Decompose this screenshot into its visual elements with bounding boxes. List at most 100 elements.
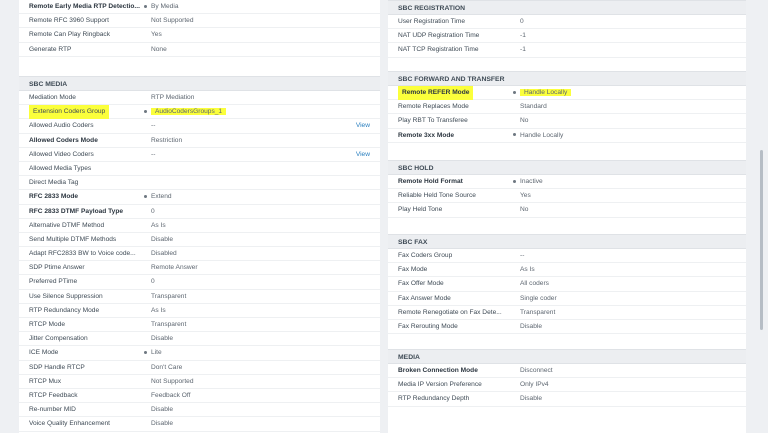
setting-value[interactable]: -1	[520, 29, 526, 43]
setting-value[interactable]: None	[151, 43, 167, 57]
setting-row-alternative-dtmf-method[interactable]: Alternative DTMF Method As Is	[19, 219, 380, 233]
setting-value[interactable]: As Is	[520, 263, 535, 277]
setting-value[interactable]: Disable	[151, 233, 173, 247]
view-link[interactable]: View	[356, 119, 370, 133]
setting-row-user-registration-time[interactable]: User Registration Time 0	[388, 15, 746, 30]
setting-value[interactable]: By Media	[144, 0, 179, 14]
setting-row-extension-coders-group[interactable]: Extension Coders Group AudioCodersGroups_…	[19, 105, 380, 120]
setting-value[interactable]: Yes	[520, 189, 531, 203]
setting-value[interactable]: Handle Locally	[513, 129, 563, 143]
setting-value[interactable]: Yes	[151, 28, 162, 42]
setting-row-rfc-2833-dtmf-payload-type[interactable]: RFC 2833 DTMF Payload Type 0	[19, 205, 380, 219]
setting-row-ice-mode[interactable]: ICE Mode Lite	[19, 346, 380, 361]
setting-value[interactable]: --	[520, 249, 524, 263]
modified-dot-icon	[144, 4, 147, 8]
setting-row-nat-tcp-registration-time[interactable]: NAT TCP Registration Time -1	[388, 43, 746, 58]
setting-value[interactable]: Disable	[520, 392, 542, 406]
setting-value[interactable]: -1	[520, 43, 526, 57]
setting-value[interactable]: No	[520, 203, 528, 217]
setting-row-remote-3xx-mode[interactable]: Remote 3xx Mode Handle Locally	[388, 129, 746, 143]
setting-value[interactable]: Transparent	[520, 306, 555, 320]
setting-row-sdp-ptime-answer[interactable]: SDP Ptime Answer Remote Answer	[19, 261, 380, 276]
setting-row-broken-connection-mode[interactable]: Broken Connection Mode Disconnect	[388, 364, 746, 379]
setting-row-send-multiple-dtmf-methods[interactable]: Send Multiple DTMF Methods Disable	[19, 233, 380, 248]
scrollbar-thumb[interactable]	[760, 150, 763, 330]
setting-row-adapt-rfc2833-bw-to-voice-code[interactable]: Adapt RFC2833 BW to Voice code... Disable…	[19, 247, 380, 262]
setting-value[interactable]: Not Supported	[151, 375, 194, 389]
setting-row-fax-answer-mode[interactable]: Fax Answer Mode Single coder	[388, 292, 746, 306]
scrollbar[interactable]	[757, 0, 768, 433]
setting-row-remote-can-play-ringback[interactable]: Remote Can Play Ringback Yes	[19, 28, 380, 43]
setting-row-rtp-redundancy-mode[interactable]: RTP Redundancy Mode As Is	[19, 304, 380, 318]
setting-value-text: Lite	[151, 349, 162, 357]
setting-row-allowed-media-types[interactable]: Allowed Media Types	[19, 162, 380, 177]
setting-value[interactable]: Disconnect	[520, 364, 553, 378]
setting-value[interactable]: Not Supported	[151, 14, 194, 28]
setting-row-play-held-tone[interactable]: Play Held Tone No	[388, 203, 746, 218]
setting-row-rtp-redundancy-depth[interactable]: RTP Redundancy Depth Disable	[388, 392, 746, 407]
setting-row-allowed-coders-mode[interactable]: Allowed Coders Mode Restriction	[19, 134, 380, 148]
setting-value[interactable]: As Is	[151, 219, 166, 233]
setting-value[interactable]: 0	[151, 205, 155, 219]
setting-row-rtcp-mode[interactable]: RTCP Mode Transparent	[19, 318, 380, 333]
setting-value[interactable]: Restriction	[151, 134, 182, 148]
setting-row-preferred-ptime[interactable]: Preferred PTime 0	[19, 275, 380, 290]
setting-row-fax-mode[interactable]: Fax Mode As Is	[388, 263, 746, 278]
setting-value[interactable]: AudioCodersGroups_1	[144, 105, 227, 119]
setting-row-play-rbt-to-transferee[interactable]: Play RBT To Transferee No	[388, 114, 746, 129]
setting-row-generate-rtp[interactable]: Generate RTP None	[19, 43, 380, 57]
setting-row-fax-offer-mode[interactable]: Fax Offer Mode All coders	[388, 277, 746, 292]
setting-value[interactable]: Transparent	[151, 290, 186, 304]
setting-row-remote-renegotiate-on-fax-dete[interactable]: Remote Renegotiate on Fax Dete... Transpa…	[388, 306, 746, 320]
setting-value[interactable]: Extend	[144, 190, 172, 204]
setting-value[interactable]: Single coder	[520, 292, 557, 306]
setting-row-rtcp-feedback[interactable]: RTCP Feedback Feedback Off	[19, 389, 380, 404]
setting-value[interactable]: Remote Answer	[151, 261, 198, 275]
setting-value[interactable]: Transparent	[151, 318, 186, 332]
setting-value[interactable]: Disabled	[151, 247, 177, 261]
setting-value[interactable]: As Is	[151, 304, 166, 318]
setting-row-remote-refer-mode[interactable]: Remote REFER Mode Handle Locally	[388, 86, 746, 101]
section-header: SBC FORWARD AND TRANSFER	[388, 71, 746, 86]
setting-value[interactable]: Handle Locally	[513, 86, 572, 100]
setting-value[interactable]: No	[520, 114, 528, 128]
setting-row-rfc-2833-mode[interactable]: RFC 2833 Mode Extend	[19, 190, 380, 205]
setting-row-allowed-video-coders[interactable]: Allowed Video Coders -- View	[19, 148, 380, 162]
setting-row-nat-udp-registration-time[interactable]: NAT UDP Registration Time -1	[388, 29, 746, 44]
setting-row-use-silence-suppression[interactable]: Use Silence Suppression Transparent	[19, 290, 380, 304]
view-link[interactable]: View	[356, 148, 370, 162]
setting-row-reliable-held-tone-source[interactable]: Reliable Held Tone Source Yes	[388, 189, 746, 204]
setting-value[interactable]: Feedback Off	[151, 389, 190, 403]
setting-value[interactable]: Disable	[151, 332, 173, 346]
setting-row-direct-media-tag[interactable]: Direct Media Tag	[19, 176, 380, 191]
setting-row-fax-coders-group[interactable]: Fax Coders Group --	[388, 249, 746, 264]
setting-row-sdp-handle-rtcp[interactable]: SDP Handle RTCP Don't Care	[19, 361, 380, 375]
setting-value[interactable]: Disable	[520, 320, 542, 334]
setting-row-remote-hold-format[interactable]: Remote Hold Format Inactive	[388, 175, 746, 190]
setting-row-remote-early-media-rtp-detectio[interactable]: Remote Early Media RTP Detectio... By Med…	[19, 0, 380, 15]
setting-value[interactable]: --	[151, 148, 155, 162]
setting-value[interactable]: 0	[520, 15, 524, 29]
setting-value[interactable]: --	[151, 119, 155, 133]
setting-row-re-number-mid[interactable]: Re-number MID Disable	[19, 403, 380, 418]
setting-row-mediation-mode[interactable]: Mediation Mode RTP Mediation	[19, 91, 380, 106]
setting-row-media-ip-version-preference[interactable]: Media IP Version Preference Only IPv4	[388, 378, 746, 393]
setting-row-fax-rerouting-mode[interactable]: Fax Rerouting Mode Disable	[388, 320, 746, 335]
setting-value[interactable]: Inactive	[513, 175, 543, 189]
setting-value[interactable]: 0	[151, 275, 155, 289]
setting-row-remote-rfc-3960-support[interactable]: Remote RFC 3960 Support Not Supported	[19, 14, 380, 29]
setting-row-voice-quality-enhancement[interactable]: Voice Quality Enhancement Disable	[19, 417, 380, 432]
setting-value[interactable]: Disable	[151, 417, 173, 431]
setting-value[interactable]: RTP Mediation	[151, 91, 194, 105]
setting-value[interactable]: Only IPv4	[520, 378, 549, 392]
setting-row-rtcp-mux[interactable]: RTCP Mux Not Supported	[19, 375, 380, 389]
setting-value[interactable]: Lite	[144, 346, 162, 360]
setting-value[interactable]: Don't Care	[151, 361, 182, 375]
setting-value[interactable]: Disable	[151, 403, 173, 417]
setting-row-remote-replaces-mode[interactable]: Remote Replaces Mode Standard	[388, 100, 746, 115]
setting-row-jitter-compensation[interactable]: Jitter Compensation Disable	[19, 332, 380, 347]
setting-value[interactable]: Standard	[520, 100, 547, 114]
setting-label: Fax Coders Group	[398, 252, 453, 259]
setting-value[interactable]: All coders	[520, 277, 549, 291]
setting-row-allowed-audio-coders[interactable]: Allowed Audio Coders -- View	[19, 119, 380, 134]
